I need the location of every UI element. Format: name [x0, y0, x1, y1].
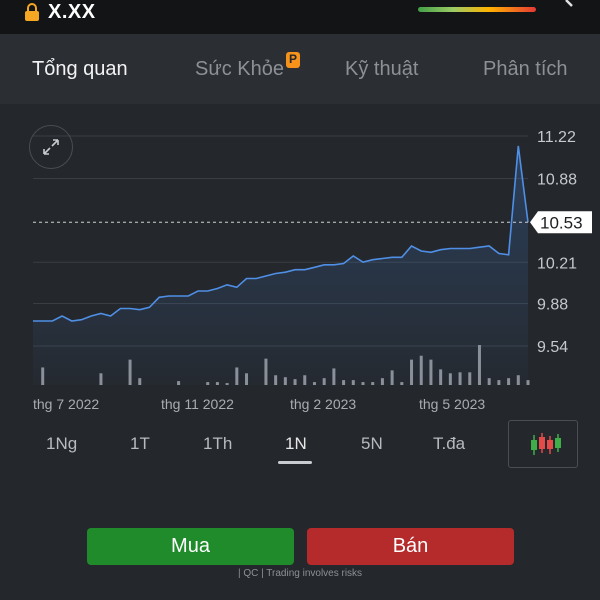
- sentiment-bar: [418, 7, 536, 12]
- tab-health[interactable]: Sức Khỏe: [195, 58, 284, 81]
- active-range-underline: [278, 461, 312, 464]
- lock-icon: [24, 3, 40, 26]
- time-range-selector: 1Ng 1T 1Th 1N 5N T.đa: [0, 420, 600, 470]
- range-1month[interactable]: 1Th: [203, 434, 232, 454]
- range-1year[interactable]: 1N: [285, 434, 307, 454]
- expand-chart-button[interactable]: [29, 125, 73, 169]
- range-1day[interactable]: 1Ng: [46, 434, 77, 454]
- chevron-right-icon[interactable]: [560, 0, 580, 19]
- current-price-label: 10.53: [540, 213, 583, 232]
- tab-technical[interactable]: Kỹ thuật: [345, 58, 418, 81]
- y-tick-label: 10.21: [537, 255, 577, 272]
- y-tick-label: 9.88: [537, 297, 568, 314]
- x-axis-label: thg 11 2022: [161, 396, 234, 412]
- range-max[interactable]: T.đa: [433, 434, 465, 454]
- tab-analysis[interactable]: Phân tích: [483, 58, 568, 81]
- expand-icon: [43, 139, 59, 155]
- chart-type-button[interactable]: [508, 420, 578, 468]
- buy-button[interactable]: Mua: [87, 528, 294, 565]
- sell-button[interactable]: Bán: [307, 528, 514, 565]
- price-chart[interactable]: 11.22 10.88 10.21 9.88 9.54 thg 7 2022 thg 11…: [0, 104, 600, 414]
- ticker-symbol: X.XX: [48, 1, 96, 23]
- y-tick-label: 11.22: [537, 129, 576, 146]
- top-bar: X.XX: [0, 0, 600, 34]
- range-1week[interactable]: 1T: [130, 434, 150, 454]
- y-tick-label: 9.54: [537, 339, 568, 356]
- chart-svg: 11.22 10.88 10.21 9.88 9.54 thg 7 2022 thg 11…: [33, 129, 592, 412]
- range-5year[interactable]: 5N: [361, 434, 383, 454]
- pro-badge-icon: [286, 52, 300, 68]
- candlestick-icon: [531, 433, 561, 455]
- current-price-tag: 10.53: [530, 211, 592, 234]
- x-axis-label: thg 2 2023: [290, 396, 356, 412]
- x-axis-label: thg 7 2022: [33, 396, 99, 412]
- tab-bar: Tổng quan Sức Khỏe Kỹ thuật Phân tích: [0, 34, 600, 104]
- ad-disclaimer: | QC | Trading involves risks: [237, 568, 363, 579]
- price-area: [33, 146, 528, 385]
- y-tick-label: 10.88: [537, 172, 577, 189]
- tab-overview[interactable]: Tổng quan: [32, 58, 128, 81]
- x-axis-label: thg 5 2023: [419, 396, 485, 412]
